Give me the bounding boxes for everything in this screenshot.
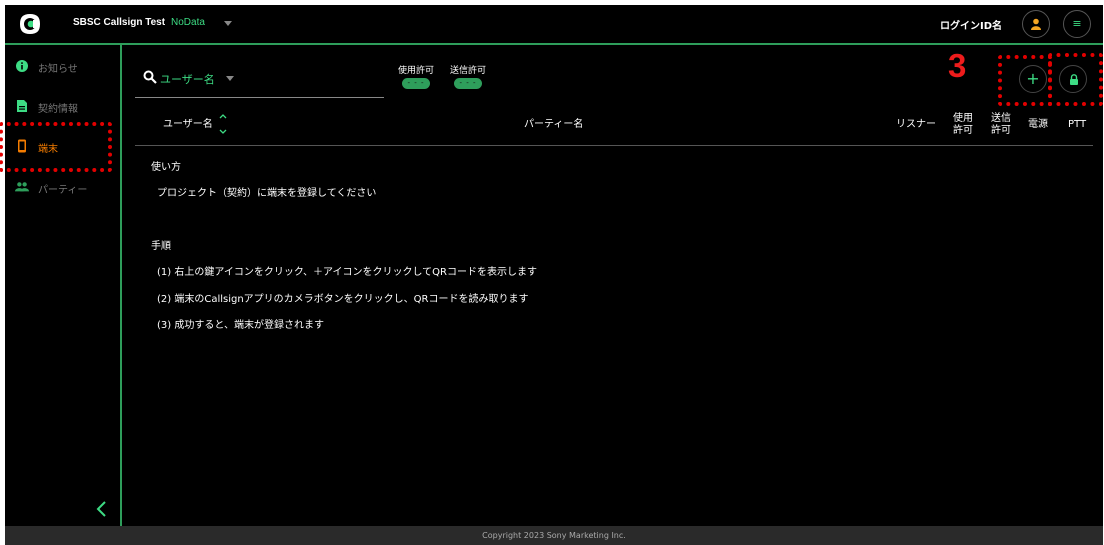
header: SBSC Callsign Test NoData ログインID名 ≡ (5, 5, 1103, 43)
search-field-select[interactable]: ユーザー名 (160, 71, 215, 87)
usage-title: 使い方 (151, 162, 181, 173)
sidebar-item-party[interactable]: パーティー (5, 176, 120, 200)
step-item: (2) 端末のCallsignアプリのカメラボタンをクリックし、QRコードを読み… (157, 294, 529, 305)
user-button[interactable] (1022, 10, 1050, 38)
info-icon (16, 60, 28, 72)
column-header-party: パーティー名 (524, 119, 584, 130)
highlight-box-device (0, 122, 112, 172)
document-icon (17, 100, 27, 112)
column-header-line: 許可 (991, 125, 1011, 136)
sidebar: お知らせ 契約情報 端末 パーティー (5, 45, 120, 526)
highlight-box-lock (1048, 53, 1103, 106)
search-icon (143, 70, 157, 84)
sidebar-item-contract[interactable]: 契約情報 (5, 95, 120, 119)
sidebar-item-news[interactable]: お知らせ (5, 55, 120, 79)
login-id-label: ログインID名 (940, 21, 1003, 32)
group-icon (15, 182, 29, 192)
send-permission-toggle[interactable]: - - - (454, 78, 482, 89)
send-permission-label: 送信許可 (450, 66, 487, 76)
footer: Copyright 2023 Sony Marketing Inc. (5, 526, 1103, 545)
column-header-send-permission: 送信 許可 (991, 113, 1011, 137)
annotation-number: 3 (948, 47, 967, 84)
app-title: SBSC Callsign Test (73, 17, 166, 28)
sort-icon[interactable] (218, 112, 228, 136)
search-underline (135, 97, 384, 98)
sidebar-item-label: お知らせ (38, 64, 78, 75)
project-selector[interactable]: NoData (171, 17, 205, 28)
user-icon (1031, 18, 1041, 30)
sidebar-item-label: パーティー (38, 185, 88, 196)
chevron-left-icon[interactable] (95, 499, 109, 519)
send-permission-filter[interactable]: 送信許可 - - - (450, 63, 486, 89)
column-header-username[interactable]: ユーザー名 (163, 119, 213, 131)
column-header-listener: リスナー (896, 119, 936, 130)
column-header-use-permission: 使用 許可 (953, 113, 973, 137)
chevron-down-icon[interactable] (226, 76, 234, 81)
hamburger-icon: ≡ (1072, 17, 1082, 30)
copyright-text: Copyright 2023 Sony Marketing Inc. (482, 531, 626, 540)
table-header-divider (135, 145, 1093, 146)
sidebar-item-label: 契約情報 (38, 104, 78, 115)
menu-button[interactable]: ≡ (1063, 10, 1091, 38)
column-header-power: 電源 (1028, 119, 1048, 130)
column-header-line: 使用 (953, 113, 973, 124)
step-item: (1) 右上の鍵アイコンをクリック、＋アイコンをクリックしてQRコードを表示しま… (157, 267, 537, 278)
highlight-box-add (998, 55, 1052, 106)
use-permission-filter[interactable]: 使用許可 - - - (398, 63, 434, 89)
callsign-logo-icon[interactable] (18, 12, 42, 36)
column-header-line: 許可 (953, 125, 973, 136)
main-content: ユーザー名 使用許可 - - - 送信許可 - - - 3 + ユーザー名 パー… (122, 45, 1103, 526)
usage-text: プロジェクト（契約）に端末を登録してください (157, 188, 377, 199)
column-header-line: 送信 (991, 113, 1011, 124)
steps-title: 手順 (151, 241, 171, 252)
step-item: (3) 成功すると、端末が登録されます (157, 320, 324, 331)
chevron-down-icon[interactable] (224, 21, 232, 26)
use-permission-toggle[interactable]: - - - (402, 78, 430, 89)
column-header-ptt: PTT (1068, 119, 1087, 130)
app-window: SBSC Callsign Test NoData ログインID名 ≡ お知らせ (0, 5, 1103, 545)
use-permission-label: 使用許可 (398, 66, 435, 76)
